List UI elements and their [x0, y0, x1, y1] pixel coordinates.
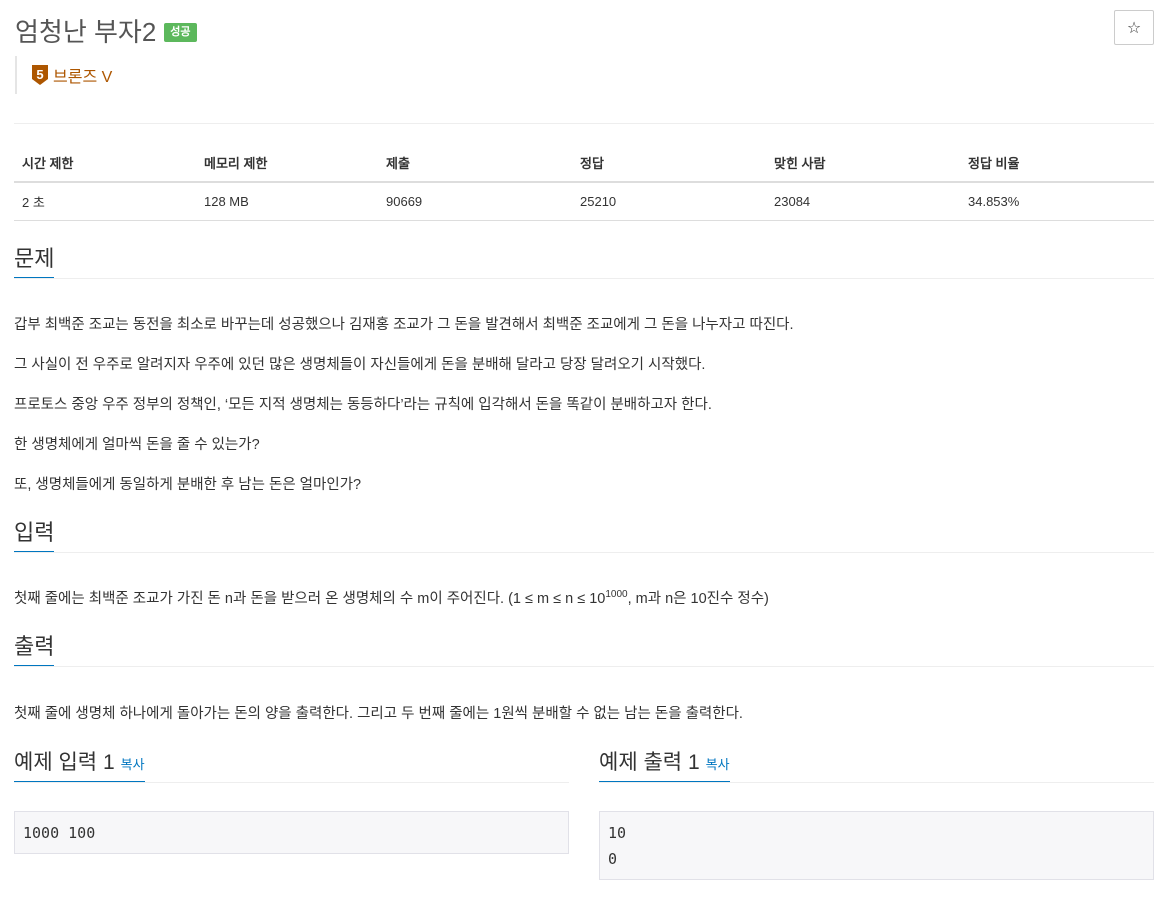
- problem-line-4: 한 생명체에게 얼마씩 돈을 줄 수 있는가?: [14, 437, 260, 453]
- sample-input-header: 예제 입력 1 복사: [14, 750, 569, 784]
- header-time-limit: 시간 제한: [14, 143, 196, 183]
- ratio-value: 34.853%: [960, 182, 1154, 221]
- problem-section-title: 문제: [14, 246, 55, 280]
- star-icon: ☆: [1126, 19, 1142, 37]
- tier-icon: 5: [31, 64, 49, 86]
- info-table: 시간 제한 메모리 제한 제출 정답 맞힌 사람 정답 비율 2 초 128 M…: [14, 143, 1154, 221]
- problem-line-1: 갑부 최백준 조교는 동전을 최소로 바꾸는데 성공했으나 김재홍 조교가 그 …: [14, 317, 794, 333]
- problem-line-5: 또, 생명체들에게 동일하게 분배한 후 남는 돈은 얼마인가?: [14, 477, 362, 493]
- sample-output-header: 예제 출력 1 복사: [599, 750, 1154, 784]
- info-header-row: 시간 제한 메모리 제한 제출 정답 맞힌 사람 정답 비율: [14, 143, 1154, 183]
- header-submissions: 제출: [378, 143, 572, 183]
- problem-line-3: 프로토스 중앙 우주 정부의 정책인, ‘모든 지적 생명체는 동등하다’라는 …: [14, 397, 712, 413]
- input-text-after: , m과 n은 10진수 정수): [627, 591, 769, 607]
- header-accepted: 정답: [572, 143, 766, 183]
- solvers-value[interactable]: 23084: [766, 182, 960, 221]
- time-limit-value: 2 초: [14, 182, 196, 221]
- sample-input-title: 예제 입력 1 복사: [14, 750, 145, 784]
- output-section-title: 출력: [14, 634, 55, 668]
- problem-line-2: 그 사실이 전 우주로 알려지자 우주에 있던 많은 생명체들이 자신들에게 돈…: [14, 357, 706, 373]
- copy-output-button[interactable]: 복사: [706, 757, 730, 772]
- input-description: 첫째 줄에는 최백준 조교가 가진 돈 n과 돈을 받으러 온 생명체의 수 m…: [14, 587, 769, 608]
- copy-input-button[interactable]: 복사: [121, 757, 145, 772]
- memory-limit-value: 128 MB: [196, 182, 378, 221]
- sample-input-box[interactable]: 1000 100: [14, 811, 569, 854]
- sample-output-title: 예제 출력 1 복사: [599, 750, 730, 784]
- divider: [14, 123, 1154, 124]
- output-description: 첫째 줄에 생명체 하나에게 돌아가는 돈의 양을 출력한다. 그리고 두 번째…: [14, 706, 743, 722]
- header-solvers: 맞힌 사람: [766, 143, 960, 183]
- tier-number: 5: [36, 66, 44, 82]
- output-section-header: 출력: [14, 634, 1154, 668]
- accepted-value[interactable]: 25210: [572, 182, 766, 221]
- problem-title: 엄청난 부자2: [15, 17, 157, 47]
- sample-output-box[interactable]: 10 0: [599, 811, 1154, 880]
- input-section-title: 입력: [14, 520, 55, 554]
- submissions-value[interactable]: 90669: [378, 182, 572, 221]
- input-text-before: 첫째 줄에는 최백준 조교가 가진 돈 n과 돈을 받으러 온 생명체의 수 m…: [14, 591, 606, 607]
- header-ratio: 정답 비율: [960, 143, 1154, 183]
- input-section-header: 입력: [14, 520, 1154, 554]
- input-exponent: 1000: [605, 589, 628, 601]
- problem-section-header: 문제: [14, 246, 1154, 280]
- header-memory-limit: 메모리 제한: [196, 143, 378, 183]
- tier-label[interactable]: 브론즈 V: [53, 63, 112, 87]
- star-button[interactable]: ☆: [1114, 10, 1154, 45]
- tier-box: 5 브론즈 V: [15, 56, 112, 94]
- info-value-row: 2 초 128 MB 90669 25210 23084 34.853%: [14, 182, 1154, 221]
- title-row: 엄청난 부자2 성공: [15, 12, 197, 49]
- status-badge: 성공: [164, 23, 197, 42]
